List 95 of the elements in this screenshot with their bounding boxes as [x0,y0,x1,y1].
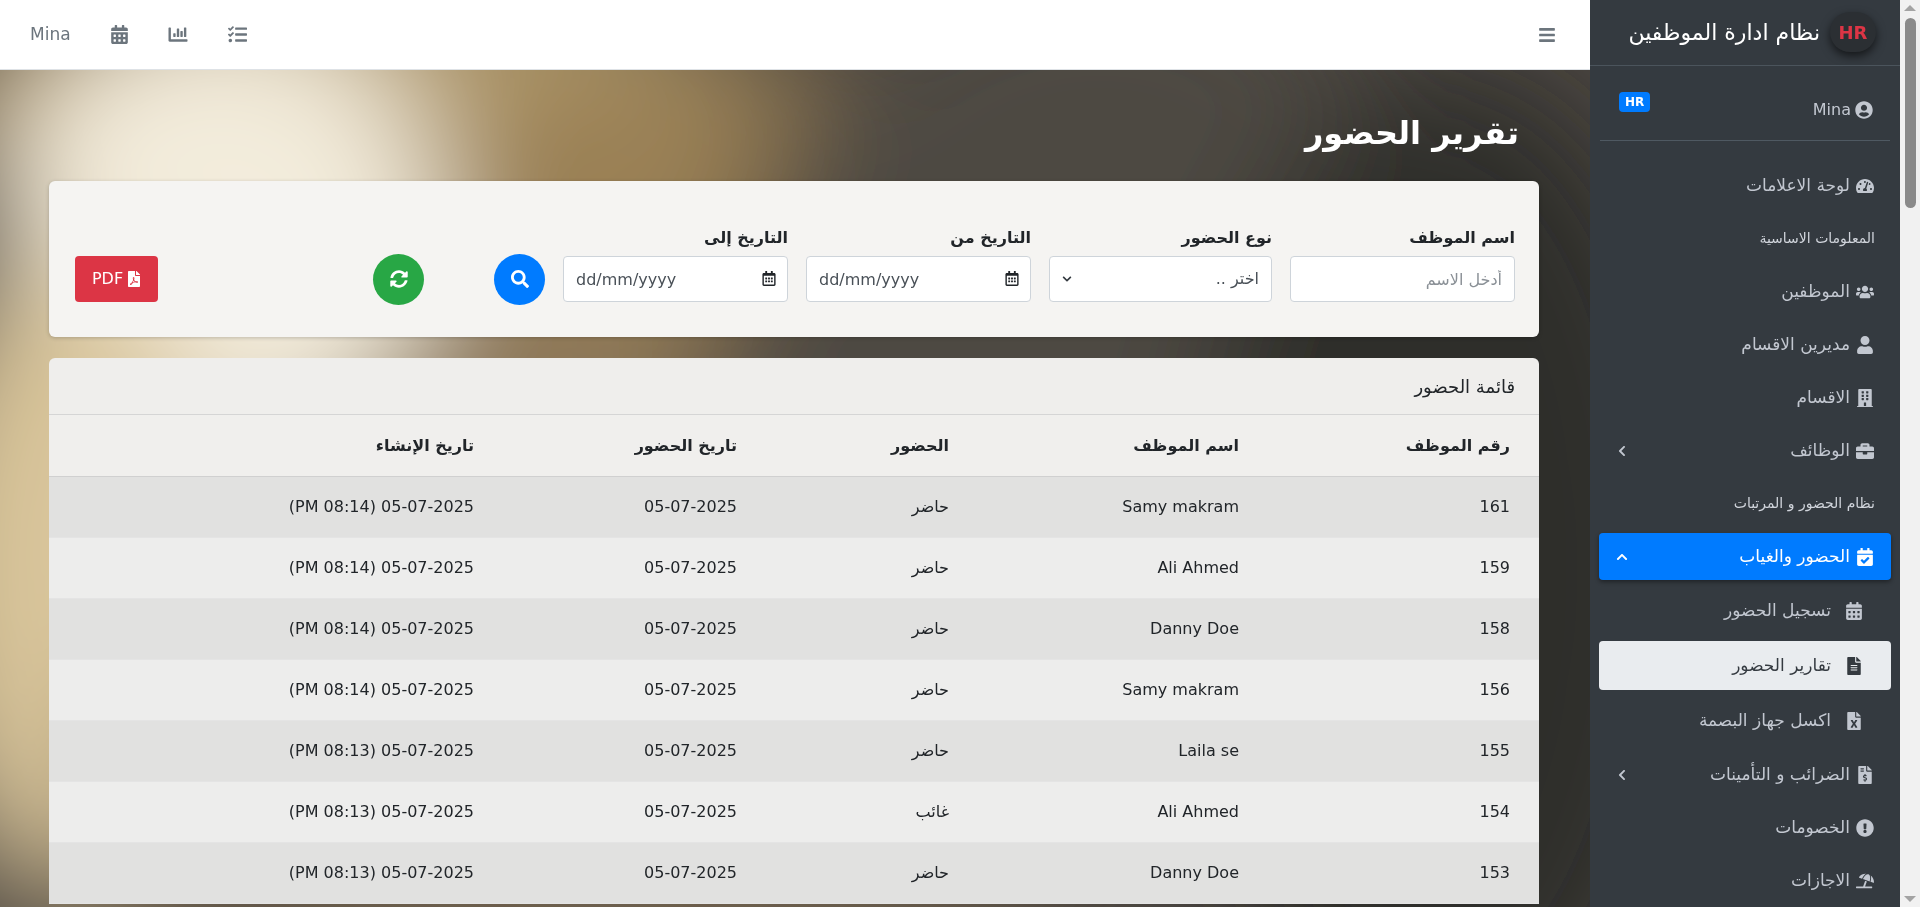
checklist-icon[interactable] [227,25,247,44]
chevron-down-icon [1062,274,1072,284]
table-cell: 155 [1479,741,1510,760]
table-cell: 159 [1479,558,1510,577]
table-cell: Danny Doe [1150,863,1239,882]
exclamation-icon [1856,818,1874,837]
table-cell: 156 [1479,680,1510,699]
briefcase-icon [1856,441,1874,460]
table-cell: 05-07-2025 (PM 08:14) [288,558,474,577]
scrollbar[interactable] [1900,0,1920,907]
table-cell: 05-07-2025 (PM 08:14) [288,497,474,516]
table-cell: 05-07-2025 (PM 08:14) [288,619,474,638]
table-title: قائمة الحضور [1414,374,1515,400]
search-button[interactable] [494,253,545,305]
table-cell: 154 [1479,802,1510,821]
table-cell: 05-07-2025 [644,863,737,882]
column-header: تاريخ الإنشاء [375,435,474,455]
chevron-left-icon [1616,768,1628,781]
field-label: التاريخ من [949,227,1031,249]
file-dollar-icon [1856,765,1874,784]
calendar-check-icon [1856,547,1874,566]
table-cell: حاضر [911,619,949,638]
calendar-icon[interactable] [110,25,128,44]
pdf-file-icon [127,271,142,287]
table-cell: غائب [915,802,949,821]
gauge-icon [1856,176,1874,195]
table-cell: حاضر [911,680,949,699]
table-cell: 05-07-2025 [644,802,737,821]
nav-item[interactable]: الخصومات [1599,804,1891,851]
table-cell: Danny Doe [1150,619,1239,638]
date-input[interactable]: dd/mm/yyyy [806,256,1031,302]
nav-item[interactable]: الحضور والغياب [1599,533,1891,580]
chevron-left-icon [1616,444,1628,457]
column-header: اسم الموظف [1133,435,1239,455]
excel-file-icon [1845,711,1863,730]
field-label: اسم الموظف [1408,227,1515,249]
nav-subitem[interactable]: اكسل جهاز البصمة [1599,696,1891,745]
role-badge: HR [1619,91,1651,112]
user-link[interactable]: Mina [30,21,71,48]
document-icon [1845,656,1863,675]
menu-icon[interactable] [1538,25,1556,44]
building-icon [1856,388,1874,407]
logo: HR [1830,12,1876,53]
calendar-icon [1005,271,1019,286]
nav-item[interactable]: الموظفين [1599,268,1891,315]
table-cell: 158 [1479,619,1510,638]
column-header: تاريخ الحضور [634,435,737,455]
table-cell: حاضر [911,741,949,760]
field-label: التاريخ إلى [702,227,788,249]
table-cell: Laila se [1178,741,1239,760]
nav-item[interactable]: لوحة الاعلامات [1599,162,1891,209]
pdf-button[interactable]: PDF [75,256,158,302]
nav-heading: المعلومات الاساسية [1759,229,1875,249]
nav-item[interactable]: الاجازات [1599,857,1891,904]
table-cell: 05-07-2025 (PM 08:13) [288,741,474,760]
nav-item[interactable]: الاقسام [1599,374,1891,421]
table-cell: 05-07-2025 [644,497,737,516]
app-title: نظام ادارة الموظفين [1628,18,1820,47]
table-cell: 05-07-2025 [644,680,737,699]
bar-chart-icon[interactable] [167,25,188,44]
nav-subitem[interactable]: تسجيل الحضور [1599,586,1891,635]
table-cell: 05-07-2025 [644,558,737,577]
table-cell: 161 [1479,497,1510,516]
table-cell: حاضر [911,558,949,577]
nav-subitem[interactable]: تقارير الحضور [1599,641,1891,690]
search-icon [510,270,529,288]
table-cell: Ali Ahmed [1157,558,1239,577]
nav-item[interactable]: الوظائف [1599,427,1891,474]
nav-heading: نظام الحضور و المرتبات [1733,494,1875,514]
nav-item[interactable]: مديرين الاقسام [1599,321,1891,368]
field-label: نوع الحضور [1179,227,1272,249]
nav-item[interactable]: الضرائب و التأمينات [1599,751,1891,798]
beach-umbrella-icon [1856,871,1874,890]
table-cell: حاضر [911,497,949,516]
page-title: تقرير الحضور [1304,112,1519,154]
table-cell: 05-07-2025 (PM 08:13) [288,802,474,821]
table-cell: 05-07-2025 (PM 08:14) [288,680,474,699]
calendar-icon [1845,601,1863,620]
table-cell: 05-07-2025 (PM 08:13) [288,863,474,882]
column-header: الحضور [890,435,949,455]
table-cell: 153 [1479,863,1510,882]
table-cell: حاضر [911,863,949,882]
table-cell: Ali Ahmed [1157,802,1239,821]
refresh-icon [389,270,408,288]
user-icon [1856,335,1874,354]
user-link[interactable]: Mina [1812,97,1873,122]
attendance-type-select[interactable]: اختر .. [1049,256,1272,302]
date-input[interactable]: dd/mm/yyyy [563,256,788,302]
table-cell: 05-07-2025 [644,741,737,760]
table-cell: 05-07-2025 [644,619,737,638]
table-cell: Samy makram [1122,680,1239,699]
table-cell: Samy makram [1122,497,1239,516]
calendar-icon [762,271,776,286]
column-header: رقم الموظف [1405,435,1510,455]
refresh-button[interactable] [373,253,424,305]
